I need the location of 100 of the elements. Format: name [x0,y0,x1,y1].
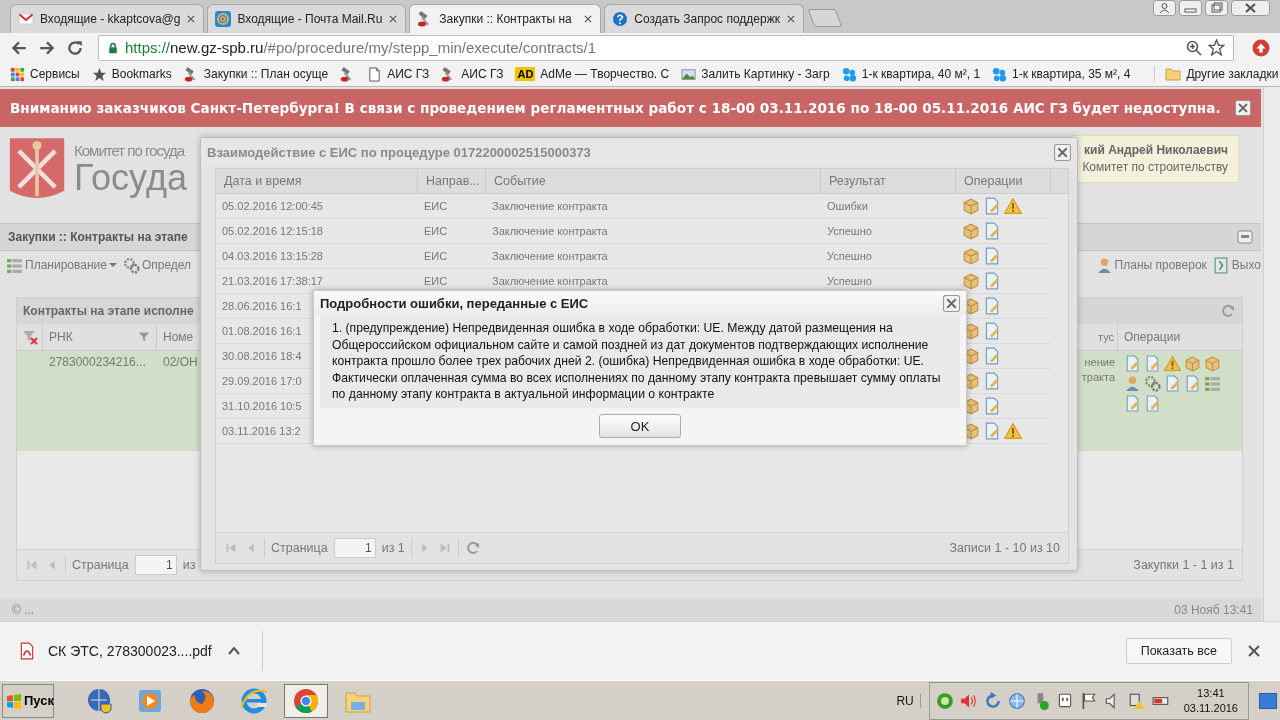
column-header[interactable]: Операции [1118,324,1242,350]
box-icon[interactable] [1204,355,1221,372]
document-icon[interactable] [983,422,1001,440]
document-icon[interactable] [1184,375,1201,392]
browser-tab[interactable]: Закупки :: Контракты на [409,4,602,33]
windows-flag-icon [6,692,22,709]
close-icon[interactable] [1054,143,1071,161]
minimize-icon[interactable] [1237,229,1253,245]
language-indicator[interactable]: RU [896,693,921,708]
table-cell-text: Заключение контракта [491,274,609,289]
star-outline-icon[interactable] [1208,39,1225,56]
clock-date[interactable]: 03.11.2016 [1183,700,1238,716]
box-icon[interactable] [962,197,980,215]
bookmark[interactable]: Залить Картинку - Загр [681,66,830,82]
refresh-icon[interactable] [464,540,481,556]
user-icon[interactable] [1153,0,1176,16]
clock-time[interactable]: 13:41 [1183,685,1238,701]
bookmark[interactable]: Сервисы [10,66,80,82]
dots-icon [841,66,857,82]
bookmark-folder[interactable]: Другие закладки [1154,66,1279,82]
first-page-icon[interactable] [25,558,39,572]
browser-tab[interactable]: Создать Запрос поддержк [604,4,804,33]
close-window-icon[interactable] [1231,0,1270,16]
box-icon[interactable] [962,222,980,240]
document-icon[interactable] [983,272,1001,290]
restore-window-icon[interactable] [1205,0,1228,16]
bookmark[interactable]: AD AdMe — Творчество. С [515,67,670,81]
bookmark[interactable]: 1-к квартира, 35 м², 4 [992,66,1131,82]
bookmark[interactable]: АИС ГЗ [441,66,504,82]
close-icon[interactable] [388,14,399,24]
show-desktop-button[interactable] [1259,692,1277,709]
date-time: 03 Нояб 13:41 [1174,603,1253,617]
document-icon[interactable] [983,297,1001,315]
bookmark[interactable]: Закупки :: План осуще [183,66,329,82]
bookmark[interactable]: АИС ГЗ [367,66,430,82]
document-icon[interactable] [1124,355,1141,372]
network-warning-icon[interactable] [1127,691,1146,710]
menu-item[interactable]: Планирование [6,256,117,274]
filter-clear-icon[interactable] [21,329,38,345]
document-icon[interactable] [1144,355,1161,372]
document-icon[interactable] [983,397,1001,415]
document-icon[interactable] [983,197,1001,215]
table-cell-text: Ошибки [826,199,869,214]
taskbar-app-button[interactable] [284,683,328,718]
page-field[interactable]: 1 [333,538,376,558]
pager-label: из 1 [381,541,405,555]
close-icon[interactable] [785,14,796,24]
box-icon[interactable] [962,272,980,290]
dialog-title: Подробности ошибки, переданные с ЕИС [320,295,589,311]
show-all-button[interactable]: Показать все [1125,638,1232,664]
address-bar[interactable]: https://new.gz-spb.ru/#po/procedure/my/stepp_min/execute/contracts/1 [98,34,1234,61]
zoom-icon[interactable] [1186,39,1202,56]
minimize-window-icon[interactable] [1179,0,1202,16]
document-icon[interactable] [983,372,1001,390]
table-cell-text: Заключение контракта [491,199,609,214]
bookmark[interactable]: 1-к квартира, 40 м², 1 [841,66,981,82]
warning-icon[interactable] [1004,197,1022,215]
document-icon[interactable] [1124,395,1141,412]
menu-item[interactable]: Определ [122,256,192,274]
scrollbar[interactable] [1263,87,1280,621]
document-icon[interactable] [1144,395,1161,412]
box-icon[interactable] [962,247,980,265]
new-tab-button[interactable] [807,9,843,27]
apps-icon [10,66,25,82]
close-icon[interactable] [186,14,197,24]
document-icon[interactable] [983,322,1001,340]
document-icon[interactable] [1164,375,1181,392]
close-icon[interactable] [1246,643,1262,659]
browser-tab[interactable]: Входящие - kkaptcova@g [10,4,205,33]
close-icon[interactable] [943,294,960,312]
filter-icon[interactable] [138,331,150,343]
start-button[interactable]: Пуск [2,683,54,718]
page-field[interactable]: 1 [134,555,177,575]
mail-icon [18,11,34,27]
document-icon[interactable] [983,247,1001,265]
globe-icon[interactable] [1007,691,1026,710]
menu-item[interactable]: Выхо [1212,256,1261,274]
document-icon[interactable] [983,222,1001,240]
warning-icon[interactable] [1004,422,1022,440]
box-icon[interactable] [1184,355,1201,372]
list-icon[interactable] [1204,375,1221,392]
download-item[interactable]: СК ЭТС, 278300023....pdf [18,642,212,660]
bookmark[interactable]: Bookmarks [91,66,172,82]
table-cell-text: Заключение контракта [491,224,609,239]
menu-item[interactable]: Планы проверок [1095,256,1207,274]
table-cell-text: ЕИС [423,224,449,239]
sync-icon[interactable] [983,691,1002,710]
document-icon[interactable] [983,347,1001,365]
pager-summary: Закупки 1 - 1 из 1 [1133,558,1234,572]
close-icon[interactable] [583,14,594,24]
person-icon[interactable] [1124,375,1141,392]
upload-icon[interactable] [1252,38,1270,57]
gears-icon[interactable] [1144,375,1161,392]
close-icon[interactable] [1235,100,1251,116]
ok-button[interactable]: OK [599,414,681,439]
first-page-icon[interactable] [224,541,238,555]
refresh-icon[interactable] [1220,303,1236,319]
warning-icon[interactable] [1164,355,1181,372]
reload-icon[interactable] [66,38,84,57]
browser-tab[interactable]: Входящие - Почта Mail.Ru [207,4,407,33]
